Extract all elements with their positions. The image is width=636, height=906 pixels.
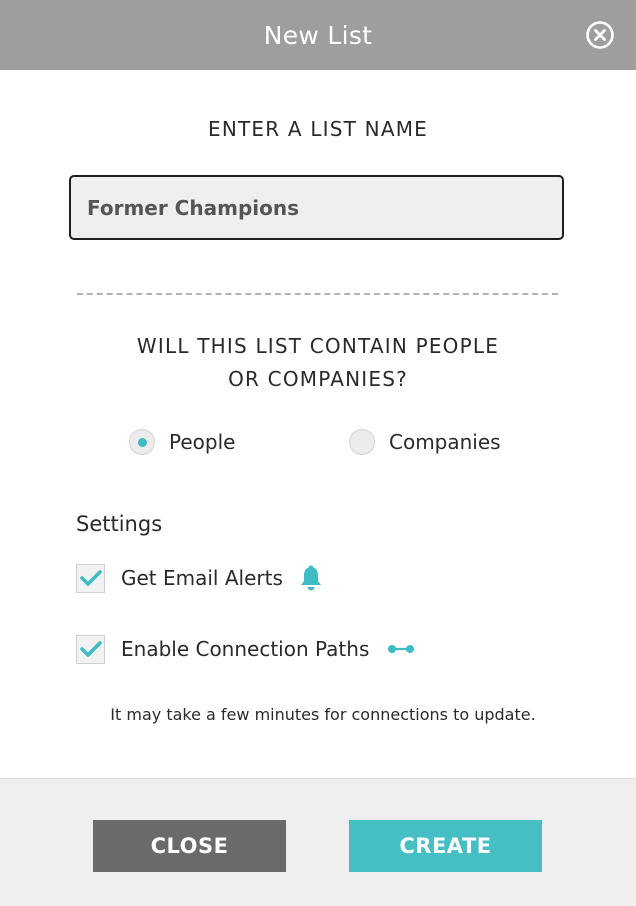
radio-button-selected[interactable] [129,429,155,455]
dialog-header: New List [0,0,636,70]
radio-selected-dot [137,437,147,447]
list-type-radio-group: People Companies [0,426,636,458]
connections-update-note: It may take a few minutes for connection… [110,705,536,724]
radio-companies-label: Companies [389,430,501,454]
checkmark-icon [79,570,102,586]
dialog-title: New List [263,20,373,50]
create-button[interactable]: CREATE [349,820,542,872]
setting-email-alerts[interactable]: Get Email Alerts [76,563,323,593]
radio-button-unselected[interactable] [349,429,375,455]
radio-people-label: People [169,430,236,454]
setting-connection-paths[interactable]: Enable Connection Paths [76,634,415,664]
new-list-dialog: New List ENTER A LIST NAME WILL THIS LIS… [0,0,636,906]
list-name-input[interactable] [69,175,564,240]
list-type-question: WILL THIS LIST CONTAIN PEOPLE OR COMPANI… [0,330,636,396]
email-alerts-checkbox[interactable] [76,563,105,593]
radio-companies[interactable]: Companies [349,426,501,458]
connection-paths-label: Enable Connection Paths [121,637,370,661]
connection-path-icon [388,645,415,653]
section-divider [77,293,558,295]
settings-heading: Settings [76,512,163,536]
bell-icon [300,565,321,591]
list-name-label: ENTER A LIST NAME [208,117,428,141]
close-button[interactable]: CLOSE [93,820,286,872]
connection-paths-checkbox[interactable] [76,634,105,664]
email-alerts-label: Get Email Alerts [121,566,283,590]
radio-people[interactable]: People [129,426,235,458]
close-circle-icon[interactable] [585,20,615,50]
checkmark-icon [79,641,102,657]
list-type-question-line1: WILL THIS LIST CONTAIN PEOPLE [136,334,500,358]
dialog-footer: CLOSE CREATE [0,778,636,906]
list-type-question-line2: OR COMPANIES? [228,367,408,391]
